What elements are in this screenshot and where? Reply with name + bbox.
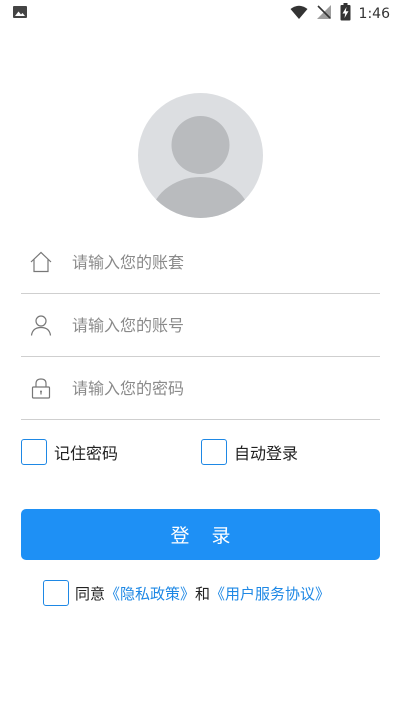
remember-password-checkbox[interactable]: [21, 439, 47, 465]
privacy-policy-link[interactable]: 《隐私政策》: [105, 583, 195, 604]
remember-password-option[interactable]: 记住密码: [21, 439, 118, 465]
signal-off-icon: [316, 4, 332, 24]
status-left: [12, 4, 28, 24]
status-time: 1:46: [358, 6, 390, 22]
login-screen: 1:46 请输入您的账套 请输入您的账号 记住密码 自动登录 登 录 同意 《隐…: [0, 0, 400, 711]
avatar-placeholder-icon: [150, 116, 251, 218]
auto-login-label: 自动登录: [234, 444, 299, 463]
status-bar: 1:46: [0, 0, 400, 28]
auto-login-checkbox[interactable]: [201, 439, 227, 465]
agreement-prefix: 同意: [75, 584, 106, 603]
password-input[interactable]: [72, 368, 380, 408]
home-icon: [21, 247, 61, 277]
status-right: 1:46: [290, 3, 390, 25]
battery-charging-icon: [340, 3, 351, 25]
login-button[interactable]: 登 录: [21, 509, 380, 560]
agreement-checkbox[interactable]: [43, 580, 69, 606]
password-field-row: [21, 357, 380, 420]
avatar: [138, 93, 263, 218]
org-input[interactable]: [72, 242, 380, 282]
auto-login-option[interactable]: 自动登录: [201, 439, 298, 465]
account-field-row: [21, 294, 380, 357]
wifi-icon: [290, 5, 308, 24]
agreement-and: 和: [195, 584, 211, 603]
agreement-row: 同意 《隐私政策》 和 《用户服务协议》: [43, 580, 330, 606]
lock-icon: [21, 373, 61, 403]
org-field-row: [21, 231, 380, 294]
user-service-agreement-link[interactable]: 《用户服务协议》: [210, 583, 330, 604]
account-input[interactable]: [72, 305, 380, 345]
remember-password-label: 记住密码: [54, 444, 119, 463]
image-icon: [12, 4, 28, 24]
user-icon: [21, 310, 61, 340]
